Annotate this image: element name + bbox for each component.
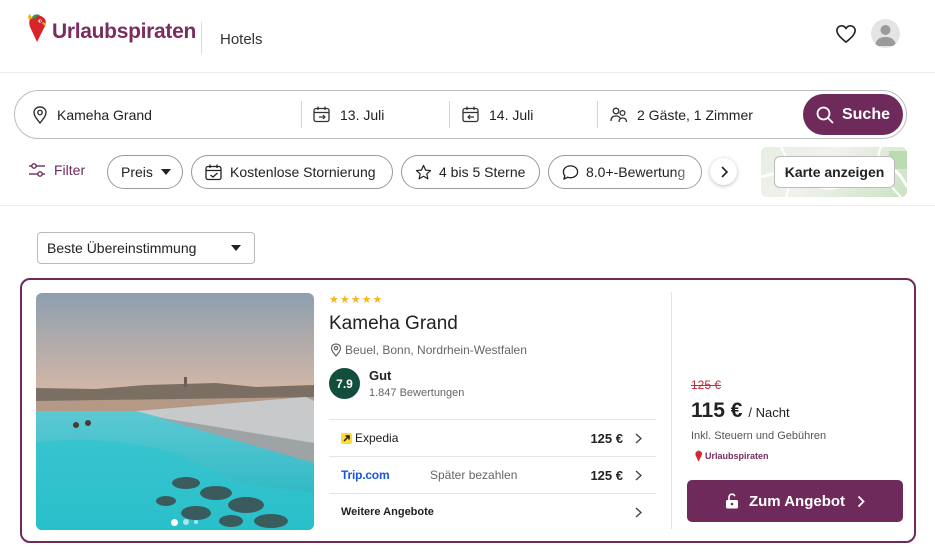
user-avatar[interactable] [871,19,900,48]
guests-value: 2 Gäste, 1 Zimmer [637,106,753,123]
chip-label: 8.0+-Bewertung [586,164,686,180]
chevron-right-icon [635,470,642,481]
photo-dot[interactable] [194,520,198,524]
heart-icon[interactable] [835,24,857,44]
offer-price: 125 € [590,430,623,446]
chevron-right-icon [857,495,865,507]
provider-expedia: Expedia [341,431,398,445]
parrot-icon [695,450,703,462]
sort-selected-value: Beste Übereinstimmung [47,240,197,256]
destination-field[interactable]: Kameha Grand [32,91,302,138]
chip-label: 4 bis 5 Sterne [439,164,526,180]
offer-note: Später bezahlen [430,468,518,482]
search-bar: Kameha Grand 13. Juli 14. Juli 2 Gäste, … [14,90,907,139]
search-icon [816,106,834,123]
show-map-button[interactable]: Karte anzeigen [774,156,895,188]
filter-label: Filter [54,162,86,178]
checkout-field[interactable]: 14. Juli [462,91,596,138]
chip-rating[interactable]: 8.0+-Bewertung [548,155,702,189]
chevron-right-icon [720,165,728,178]
partner-name: Urlaubspiraten [705,451,769,461]
card-divider [671,292,672,529]
search-button[interactable]: Suche [803,94,903,135]
brand-name: Urlaubspiraten [52,20,196,43]
tax-note: Inkl. Steuern und Gebühren [691,430,827,442]
section-divider [0,205,935,206]
hotel-stars: ★★★★★ [329,293,383,306]
offer-row-expedia[interactable]: Expedia 125 € [329,419,656,456]
hotel-photo[interactable] [36,293,314,530]
checkout-value: 14. Juli [489,106,534,123]
chip-label: Kostenlose Stornierung [230,164,376,180]
checkin-field[interactable]: 13. Juli [313,91,447,138]
photo-pagination[interactable] [171,518,203,526]
unlock-icon [725,493,738,509]
guests-field[interactable]: 2 Gäste, 1 Zimmer [610,91,795,138]
sort-select[interactable]: Beste Übereinstimmung [37,232,255,264]
more-offers-row[interactable]: Weitere Angebote [329,493,656,530]
location-pin-icon [33,105,47,124]
calendar-arrow-icon [462,106,479,123]
pool-photo [36,293,314,530]
hotel-location-text: Beuel, Bonn, Nordrhein-Westfalen [345,343,527,357]
star-icon: ★ [350,294,362,306]
destination-value: Kameha Grand [57,106,152,123]
chip-label: Preis [121,164,153,180]
old-price: 125 € [691,378,722,392]
search-divider [301,101,302,128]
header-divider [201,22,202,54]
chevron-right-icon [635,433,642,444]
view-offer-button[interactable]: Zum Angebot [687,480,903,522]
provider-trip: Trip.com [341,468,390,482]
offer-price: 125 € [590,467,623,483]
star-icon: ★ [361,294,373,306]
offer-row-trip[interactable]: Trip.com Später bezahlen 125 € [329,456,656,493]
user-icon [875,25,896,46]
location-pin-icon [330,343,342,357]
star-outline-icon [415,164,432,179]
chip-stars[interactable]: 4 bis 5 Sterne [401,155,540,189]
hotel-location: Beuel, Bonn, Nordrhein-Westfalen [330,343,527,357]
photo-dot[interactable] [171,518,178,526]
search-divider [449,101,450,128]
chevron-right-icon [635,507,642,518]
sliders-icon [29,163,45,177]
photo-dot[interactable] [183,519,189,525]
hotel-card[interactable]: ★★★★★ Kameha Grand Beuel, Bonn, Nordrhei… [20,278,916,543]
nav-hotels-link[interactable]: Hotels [220,31,263,48]
view-offer-label: Zum Angebot [748,492,846,510]
rating-badge: 7.9 [329,368,360,399]
chip-free-cancellation[interactable]: Kostenlose Stornierung [191,155,393,189]
checkin-value: 13. Juli [340,106,385,123]
site-header: Urlaubspiraten Hotels [0,0,935,73]
partner-logo: Urlaubspiraten [694,450,769,462]
speech-bubble-icon [562,164,579,180]
expedia-logo-icon [341,432,352,444]
star-icon: ★ [329,294,340,306]
star-icon: ★ [372,294,384,306]
rating-count[interactable]: 1.847 Bewertungen [369,387,464,399]
current-price: 115 € / Nacht [691,399,790,423]
chip-price[interactable]: Preis [107,155,183,189]
star-icon: ★ [339,294,351,306]
filters-scroll-right-button[interactable] [710,158,737,185]
caret-down-icon [231,245,241,251]
caret-down-icon [160,169,171,175]
search-button-label: Suche [841,105,890,123]
rating-word: Gut [369,368,392,383]
price-amount: 115 € [691,399,743,422]
more-offers-label: Weitere Angebote [341,506,434,518]
filter-button[interactable]: Filter [28,162,85,178]
chip-fade [673,156,701,188]
brand-logo[interactable]: Urlaubspiraten [26,12,196,44]
search-divider [597,101,598,128]
hotel-name[interactable]: Kameha Grand [329,313,458,335]
price-unit: / Nacht [748,405,790,420]
parrot-icon [28,14,46,42]
guests-icon [610,107,628,123]
provider-name: Expedia [355,431,399,445]
calendar-arrow-icon [313,106,330,123]
calendar-check-icon [205,164,222,180]
